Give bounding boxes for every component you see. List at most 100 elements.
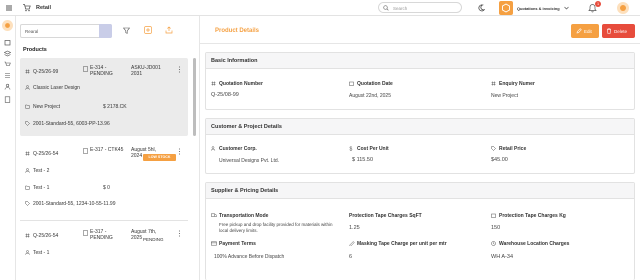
- org-name: Quotations & invoicing: [517, 5, 560, 11]
- card-name: Test - 1: [33, 250, 50, 256]
- more-vertical-icon[interactable]: [178, 148, 181, 155]
- tag-icon: [25, 121, 30, 126]
- box-icon[interactable]: [4, 39, 11, 46]
- svg-text:$: $: [350, 147, 353, 152]
- cart-icon: [22, 3, 31, 12]
- more-vertical-icon[interactable]: [178, 66, 181, 73]
- card-name: Classic Laser Design: [33, 85, 80, 91]
- folder-icon: [25, 104, 30, 109]
- card-code: E-317 - PENDING: [90, 229, 113, 241]
- delete-label: Delete: [614, 28, 628, 34]
- cost-per-unit-label: Cost Per Unit: [357, 146, 389, 152]
- retail-price-value: $45.00: [491, 157, 508, 163]
- section-title: Basic Information: [211, 58, 258, 64]
- ruler-icon: [349, 241, 355, 246]
- customer-corp-label: Customer Corp.: [219, 146, 257, 152]
- retail-price-label: Retail Price: [499, 146, 527, 152]
- credit-card-icon: [211, 241, 217, 246]
- warehouse-charge-value: WH A-34: [491, 254, 514, 260]
- user-icon: [25, 250, 30, 255]
- section-title: Supplier & Pricing Details: [211, 188, 279, 194]
- list-scrollbar[interactable]: [193, 58, 196, 136]
- dollar-icon: $: [349, 146, 354, 152]
- menu-icon[interactable]: [5, 4, 13, 12]
- avatar[interactable]: [617, 2, 629, 14]
- card-asku: ASKU-JD001 2031: [131, 65, 161, 77]
- box-icon: [491, 213, 496, 218]
- more-vertical-icon[interactable]: [178, 230, 181, 237]
- folder-icon: [25, 185, 30, 190]
- file-icon[interactable]: [4, 96, 11, 103]
- enquiry-number-label: Enquiry Numer: [499, 81, 535, 87]
- list-heading: Products: [23, 47, 47, 53]
- users-icon[interactable]: [4, 83, 11, 90]
- hash-icon: [25, 233, 30, 238]
- clock-icon: [491, 241, 496, 246]
- card-spec: 2001-Standard-55, 1234-10-55-11.99: [33, 201, 116, 207]
- tape-sqft-value: 1.25: [349, 225, 360, 231]
- moon-icon[interactable]: [477, 4, 485, 12]
- list-search-value: Rearal: [25, 29, 39, 34]
- document-icon: [83, 230, 88, 236]
- hash-icon: [491, 81, 496, 86]
- search-icon: [383, 5, 389, 11]
- card-qno: Q-25/26-54: [33, 233, 59, 239]
- card-code: E-317 - CTK45: [90, 147, 124, 153]
- basic-info-section: Basic Information Quotation Number Q-25/…: [205, 52, 635, 110]
- quotation-number-value: Q-25/08-99: [211, 92, 239, 98]
- card-spec: 2001-Standard-55, 6003-PP-13.96: [33, 121, 110, 127]
- section-title: Customer & Project Details: [211, 124, 282, 130]
- divider: [200, 43, 640, 44]
- customer-project-section: Customer & Project Details Customer Corp…: [205, 118, 635, 174]
- user-icon: [25, 85, 30, 90]
- user-icon: [25, 168, 30, 173]
- list-icon[interactable]: [4, 72, 11, 79]
- masking-charge-label: Masking Tape Charge per unit per mtr: [357, 241, 447, 247]
- quotation-date-value: August 22nd, 2025: [349, 93, 391, 99]
- tape-kg-label: Protection Tape Charges Kg: [499, 213, 566, 219]
- users-icon: [211, 146, 217, 151]
- list-item[interactable]: Q-25/26-54 E-317 - PENDING August 7th, 2…: [20, 224, 188, 280]
- divider: [20, 220, 188, 221]
- tag-icon: [491, 146, 496, 151]
- calendar-icon: [349, 81, 354, 86]
- card-code: E-314 - PENDING: [90, 65, 113, 77]
- org-switcher[interactable]: Quotations & invoicing: [498, 1, 570, 15]
- edit-label: Edit: [584, 28, 592, 34]
- global-search[interactable]: Search: [378, 2, 462, 13]
- cost-per-unit-value: $ 115.50: [352, 157, 374, 163]
- transport-mode-value: Free pickup and drop facility provided f…: [219, 222, 333, 233]
- list-item[interactable]: Q-25/26-54 E-317 - CTK45 August 5hl, 202…: [20, 142, 188, 218]
- card-qno: Q-25/26-99: [33, 69, 59, 75]
- enquiry-number-value: New Project: [491, 93, 518, 99]
- list-item[interactable]: Q-25/26-99 E-314 - PENDING ASKU-JD001 20…: [20, 58, 188, 136]
- icon-rail: [0, 16, 16, 280]
- top-bar: Retail Search Quotations & invoicing 1: [0, 0, 640, 16]
- truck-icon: [211, 213, 217, 218]
- add-icon[interactable]: [144, 26, 152, 34]
- payment-terms-value: 100% Advance Before Dispatch: [214, 254, 285, 260]
- search-placeholder: Search: [393, 5, 408, 11]
- document-icon: [83, 66, 88, 72]
- edit-button[interactable]: Edit: [571, 24, 599, 38]
- card-amount: $ 2178.CK: [103, 104, 127, 110]
- supplier-pricing-section: Supplier & Pricing Details Transportatio…: [205, 182, 635, 280]
- delete-button[interactable]: Delete: [602, 24, 635, 38]
- card-status: PENDING: [143, 237, 164, 242]
- filter-icon[interactable]: [123, 27, 130, 34]
- cart-icon[interactable]: [4, 61, 11, 68]
- layers-icon[interactable]: [4, 50, 11, 57]
- chevron-down-icon: [564, 6, 569, 10]
- masking-charge-value: 6: [349, 254, 353, 260]
- page-title: Product Details: [215, 28, 260, 34]
- export-icon[interactable]: [165, 26, 173, 34]
- tape-kg-value: 150: [491, 225, 501, 231]
- search-submit-button[interactable]: [99, 24, 112, 38]
- list-search-input[interactable]: Rearal: [20, 24, 112, 38]
- quotation-number-label: Quotation Number: [219, 81, 263, 87]
- card-amount: $ 0: [103, 185, 110, 191]
- pencil-icon: [576, 28, 582, 34]
- tag-icon: [25, 201, 30, 206]
- home-icon[interactable]: [2, 20, 13, 31]
- transport-mode-label: Transportation Mode: [219, 213, 269, 219]
